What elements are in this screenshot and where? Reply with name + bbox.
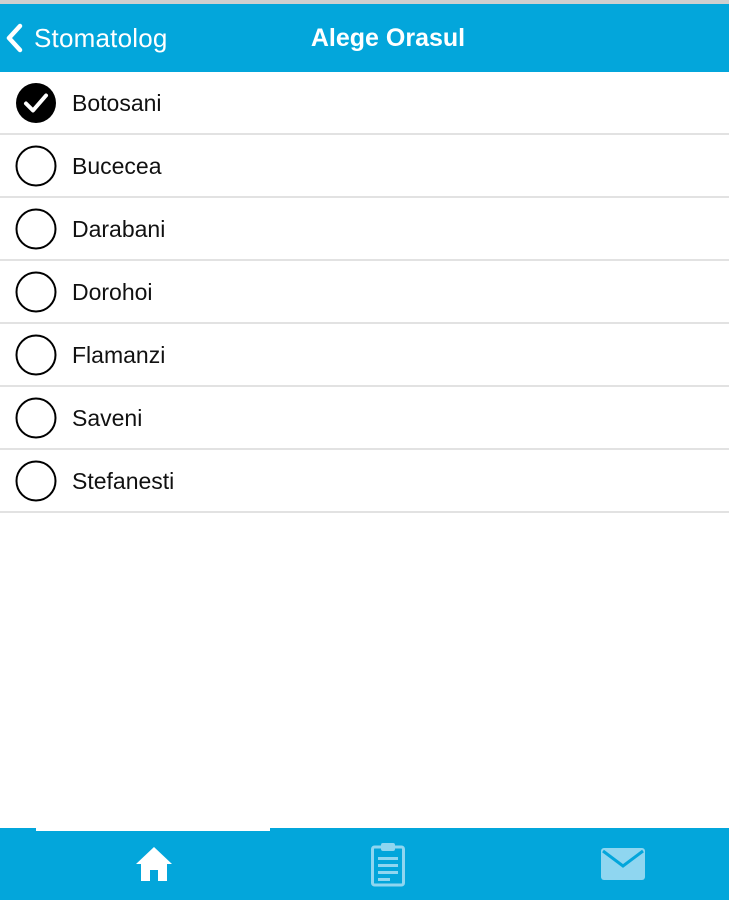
city-label: Saveni bbox=[72, 405, 143, 431]
tab-mail[interactable] bbox=[501, 828, 729, 900]
checkmark-selected-icon[interactable] bbox=[15, 82, 57, 124]
city-label: Botosani bbox=[72, 90, 162, 116]
tab-clipboard[interactable] bbox=[266, 828, 509, 900]
tab-bar bbox=[0, 828, 729, 900]
city-label: Flamanzi bbox=[72, 342, 166, 368]
city-list: Botosani Bucecea Darabani Dorohoi Flaman… bbox=[0, 72, 729, 513]
city-label: Bucecea bbox=[72, 153, 162, 179]
screen: Stomatolog Alege Orasul Botosani Bucecea bbox=[0, 0, 729, 900]
radio-unselected-icon[interactable] bbox=[15, 145, 57, 187]
navigation-bar: Stomatolog Alege Orasul bbox=[0, 4, 729, 72]
back-button-label: Stomatolog bbox=[34, 22, 168, 53]
radio-unselected-icon[interactable] bbox=[15, 334, 57, 376]
radio-unselected-icon[interactable] bbox=[15, 271, 57, 313]
city-item-flamanzi[interactable]: Flamanzi bbox=[0, 324, 729, 387]
clipboard-icon bbox=[370, 841, 406, 887]
mail-icon bbox=[600, 847, 646, 881]
city-item-darabani[interactable]: Darabani bbox=[0, 198, 729, 261]
tab-home[interactable] bbox=[32, 828, 275, 900]
home-icon bbox=[134, 845, 174, 883]
radio-unselected-icon[interactable] bbox=[15, 208, 57, 250]
city-item-saveni[interactable]: Saveni bbox=[0, 387, 729, 450]
city-label: Dorohoi bbox=[72, 279, 153, 305]
back-button[interactable]: Stomatolog bbox=[4, 4, 168, 72]
city-item-stefanesti[interactable]: Stefanesti bbox=[0, 450, 729, 513]
city-item-bucecea[interactable]: Bucecea bbox=[0, 135, 729, 198]
city-label: Stefanesti bbox=[72, 468, 175, 494]
radio-unselected-icon[interactable] bbox=[15, 460, 57, 502]
radio-unselected-icon[interactable] bbox=[15, 397, 57, 439]
city-label: Darabani bbox=[72, 216, 166, 242]
chevron-left-icon bbox=[4, 23, 26, 53]
city-item-botosani[interactable]: Botosani bbox=[0, 72, 729, 135]
city-item-dorohoi[interactable]: Dorohoi bbox=[0, 261, 729, 324]
